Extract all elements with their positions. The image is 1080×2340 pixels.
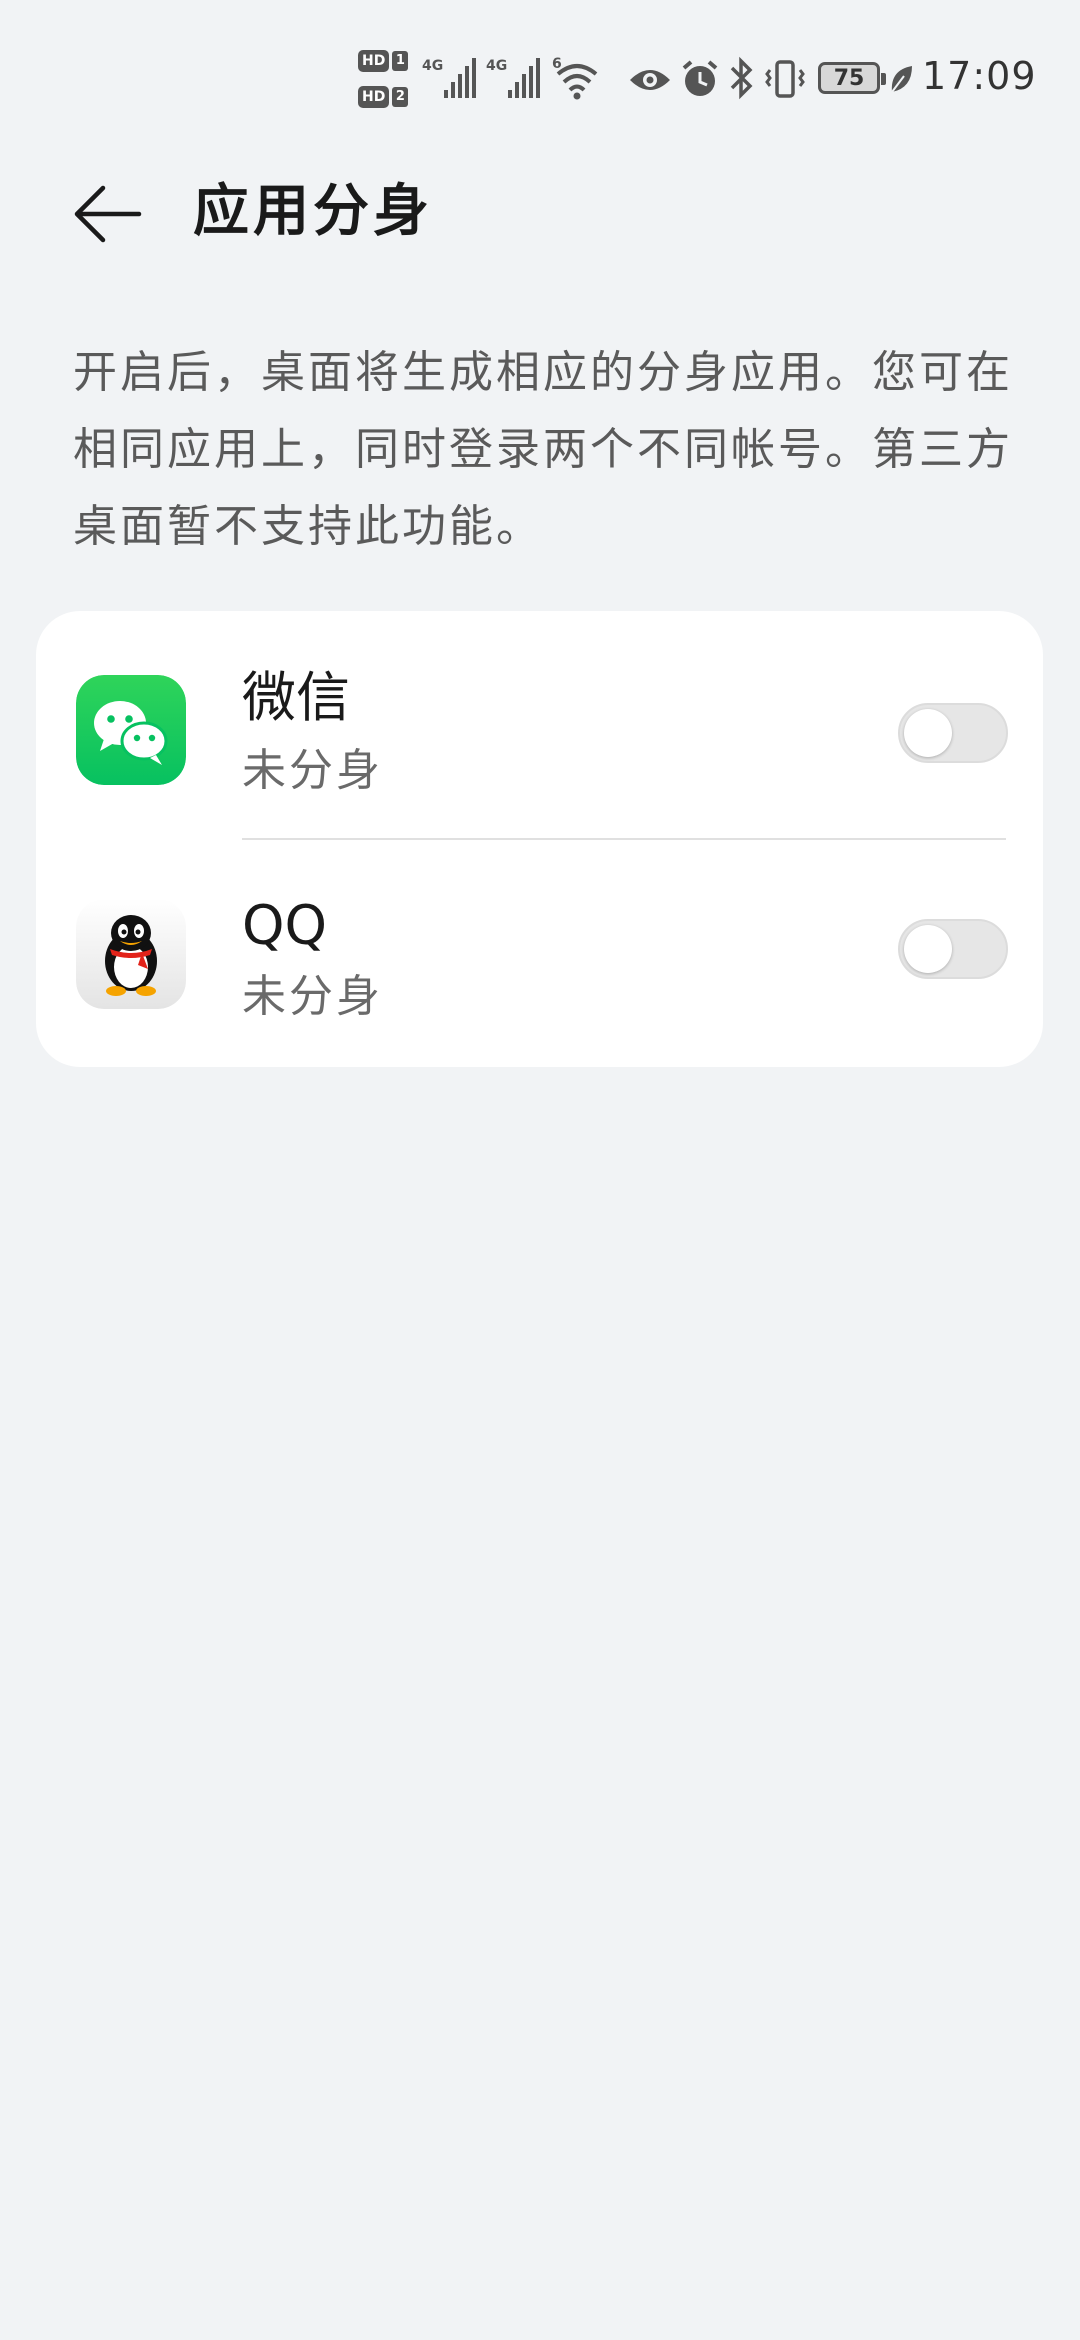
sim1-indicator: HD 1	[358, 48, 414, 74]
arrow-left-icon	[74, 185, 142, 243]
status-time: 17:09	[922, 54, 1037, 98]
back-button[interactable]	[62, 168, 154, 260]
wifi-icon: 6	[550, 52, 604, 104]
app-list-card: 微信 未分身 QQ 未分身	[36, 611, 1043, 1067]
hd-badge: HD	[358, 86, 390, 108]
app-twin-status: 未分身	[242, 971, 383, 1022]
signal-icon: 4G	[486, 52, 546, 104]
wechat-icon	[76, 675, 186, 785]
sim2-indicator: HD 2	[358, 84, 414, 110]
wechat-twin-toggle[interactable]	[898, 703, 1008, 763]
sim-index: 1	[392, 51, 409, 71]
vibrate-icon	[764, 52, 806, 104]
hd-badge: HD	[358, 50, 390, 72]
app-twin-settings-screen: HD 1 HD 2 4G 4G 6 75 17:09 应用分身 开启后，桌面将生…	[0, 0, 1080, 2340]
battery-level: 75	[833, 65, 865, 91]
sim-indicators: HD 1 HD 2	[358, 48, 414, 110]
bluetooth-icon	[728, 52, 756, 104]
feature-description: 开启后，桌面将生成相应的分身应用。您可在相同应用上，同时登录两个不同帐号。第三方…	[73, 347, 1013, 552]
status-bar: HD 1 HD 2 4G 4G 6 75 17:09	[0, 0, 1080, 150]
toggle-knob	[904, 925, 952, 973]
page-title: 应用分身	[193, 179, 433, 244]
toggle-knob	[904, 709, 952, 757]
qq-twin-toggle[interactable]	[898, 919, 1008, 979]
app-row-wechat[interactable]: 微信 未分身	[36, 611, 1043, 829]
app-twin-status: 未分身	[242, 745, 383, 796]
battery-icon: 75	[818, 62, 886, 94]
qq-penguin-icon	[76, 899, 186, 1009]
signal-icon: 4G	[422, 52, 482, 104]
app-name: 微信	[242, 666, 350, 729]
alarm-icon	[680, 52, 720, 104]
app-row-qq[interactable]: QQ 未分身	[36, 839, 1043, 1057]
leaf-icon	[888, 62, 914, 96]
eye-icon	[628, 52, 672, 104]
sim-index: 2	[392, 87, 409, 107]
app-name: QQ	[242, 894, 328, 957]
